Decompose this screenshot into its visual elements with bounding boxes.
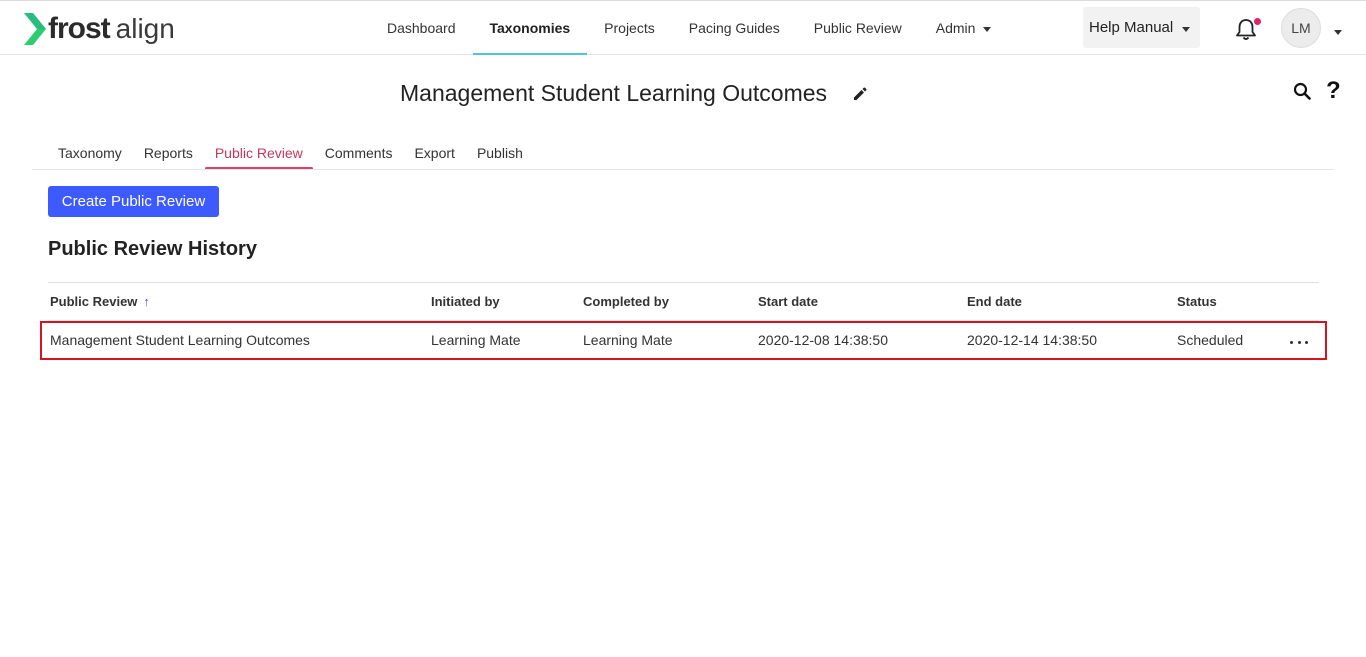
cell-status: Scheduled bbox=[1177, 332, 1244, 348]
user-avatar[interactable]: LM bbox=[1281, 8, 1321, 48]
tab-export[interactable]: Export bbox=[404, 140, 464, 170]
sort-ascending-icon[interactable]: ↑ bbox=[143, 294, 150, 309]
column-header-label: Public Review bbox=[50, 294, 138, 309]
logo-word-frost: frost bbox=[48, 12, 111, 45]
dot bbox=[1290, 340, 1293, 344]
column-header-start-date[interactable]: Start date bbox=[758, 294, 818, 309]
table-divider bbox=[48, 282, 1319, 283]
help-manual-label: Help Manual bbox=[1089, 19, 1174, 36]
cell-start-date: 2020-12-08 14:38:50 bbox=[758, 332, 888, 348]
cell-public-review: Management Student Learning Outcomes bbox=[50, 332, 310, 348]
section-title: Public Review History bbox=[48, 238, 257, 260]
dot bbox=[1297, 340, 1301, 344]
caret-down-icon[interactable] bbox=[1334, 30, 1342, 35]
nav-taxonomies[interactable]: Taxonomies bbox=[472, 1, 588, 55]
cell-completed-by: Learning Mate bbox=[583, 332, 673, 348]
tab-comments[interactable]: Comments bbox=[315, 140, 403, 170]
notification-dot bbox=[1254, 18, 1261, 25]
nav-admin[interactable]: Admin bbox=[919, 1, 1009, 55]
nav-projects[interactable]: Projects bbox=[587, 1, 672, 55]
taxonomy-tabs: Taxonomy Reports Public Review Comments … bbox=[48, 140, 535, 170]
page-title: Management Student Learning Outcomes bbox=[400, 80, 828, 106]
column-header-initiated-by[interactable]: Initiated by bbox=[431, 294, 500, 309]
logo-word-align: align bbox=[115, 13, 175, 44]
top-navigation-bar: frost align Dashboard Taxonomies Project… bbox=[0, 0, 1366, 55]
nav-dashboard[interactable]: Dashboard bbox=[370, 1, 473, 55]
nav-admin-label: Admin bbox=[935, 20, 976, 36]
caret-down-icon bbox=[983, 27, 992, 32]
caret-down-icon bbox=[1182, 26, 1191, 32]
dot bbox=[1305, 340, 1308, 344]
question-icon[interactable]: ? bbox=[1326, 77, 1341, 105]
nav-public-review[interactable]: Public Review bbox=[797, 1, 919, 55]
main-nav: Dashboard Taxonomies Projects Pacing Gui… bbox=[370, 1, 1008, 55]
column-header-public-review[interactable]: Public Review ↑ bbox=[50, 294, 150, 309]
tab-reports[interactable]: Reports bbox=[134, 140, 203, 170]
help-manual-button[interactable]: Help Manual bbox=[1083, 7, 1200, 48]
search-icon[interactable] bbox=[1293, 82, 1311, 100]
create-public-review-button[interactable]: Create Public Review bbox=[48, 186, 219, 217]
pencil-icon[interactable] bbox=[852, 86, 868, 102]
cell-initiated-by: Learning Mate bbox=[431, 332, 521, 348]
column-header-end-date[interactable]: End date bbox=[967, 294, 1022, 309]
more-options-icon[interactable] bbox=[1290, 337, 1308, 347]
cell-end-date: 2020-12-14 14:38:50 bbox=[967, 332, 1097, 348]
chevron-logo-icon bbox=[24, 13, 46, 45]
tab-public-review[interactable]: Public Review bbox=[204, 140, 313, 170]
column-header-status[interactable]: Status bbox=[1177, 294, 1217, 309]
tab-publish[interactable]: Publish bbox=[467, 140, 533, 170]
column-header-completed-by[interactable]: Completed by bbox=[583, 294, 669, 309]
frost-align-logo[interactable]: frost align bbox=[24, 13, 175, 45]
nav-pacing-guides[interactable]: Pacing Guides bbox=[672, 1, 797, 55]
tabs-divider bbox=[32, 169, 1334, 170]
tab-taxonomy[interactable]: Taxonomy bbox=[48, 140, 132, 170]
